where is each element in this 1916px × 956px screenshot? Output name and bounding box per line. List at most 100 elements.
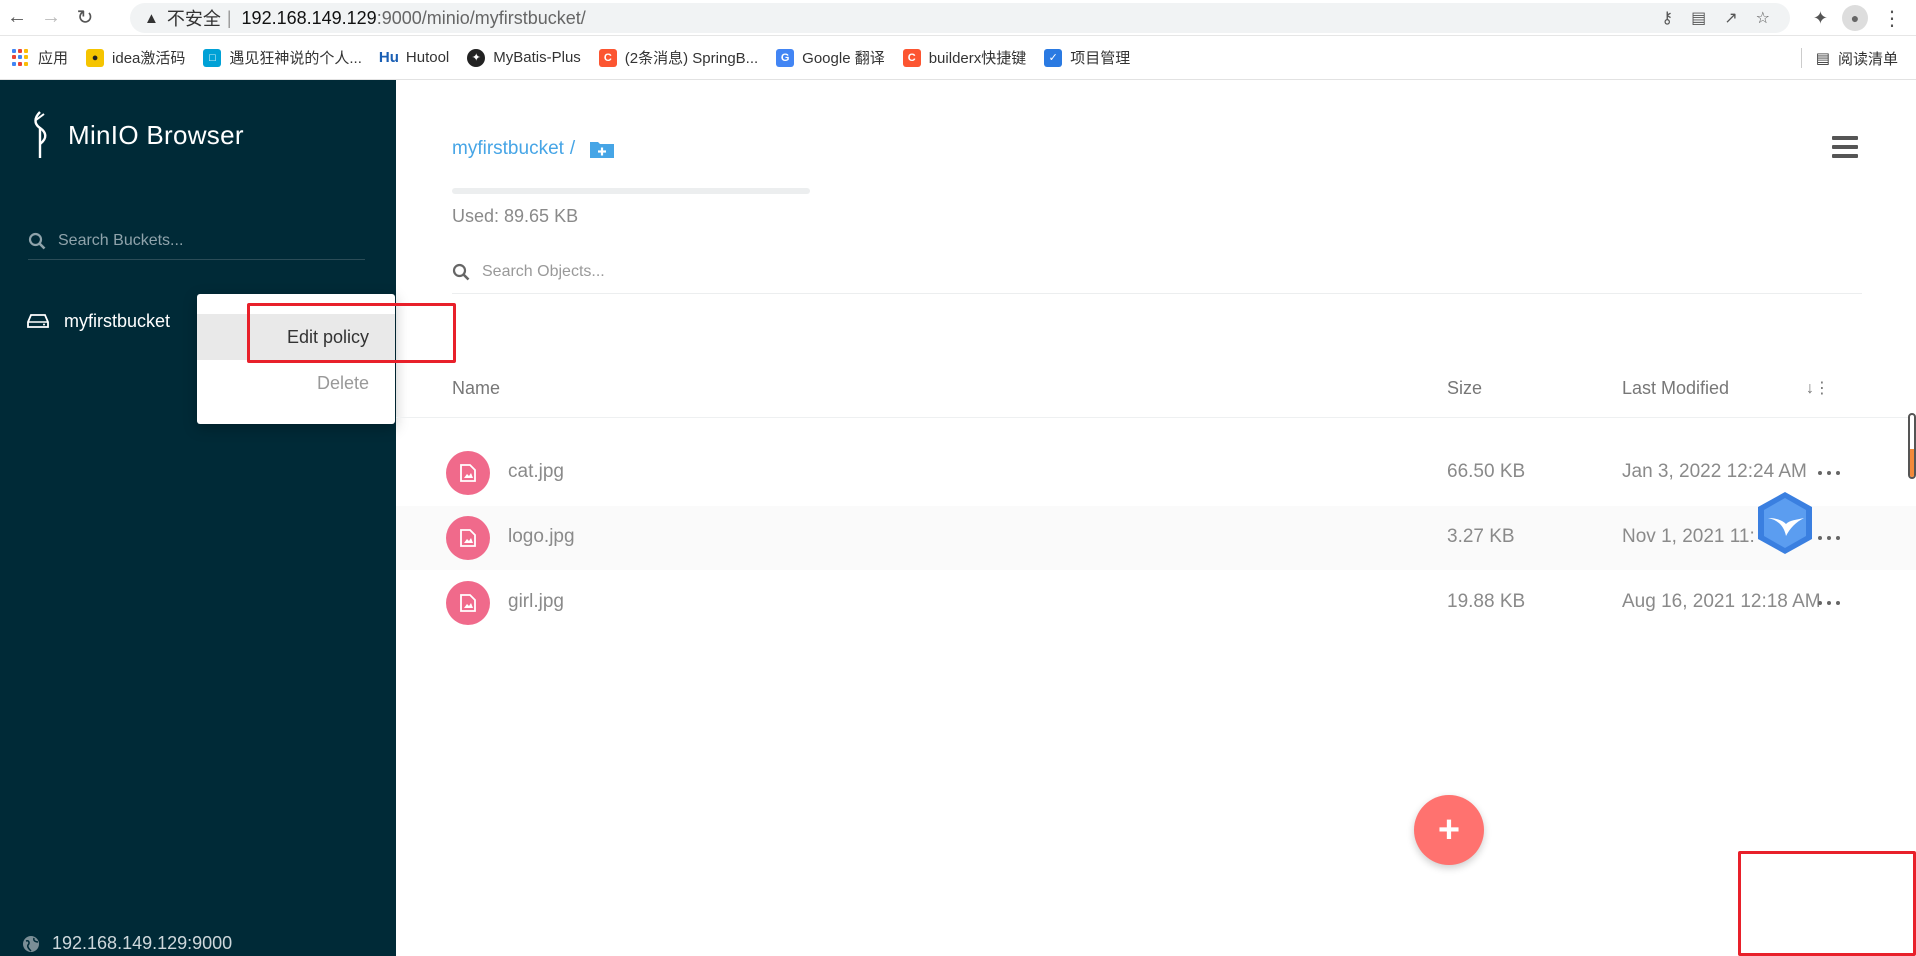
back-icon[interactable]: ← [0, 1, 34, 35]
divider [1800, 48, 1802, 68]
delete-menu-item[interactable]: Delete [197, 360, 395, 406]
translate-icon[interactable]: ▤ [1691, 8, 1706, 28]
file-size: 19.88 KB [1447, 591, 1526, 612]
table-row[interactable]: girl.jpg 19.88 KB Aug 16, 2021 12:18 AM [396, 571, 1916, 635]
hutool-icon: Hu [378, 49, 399, 66]
bilibili-icon: □ [203, 48, 222, 67]
bookmark-label: (2条消息) SpringB... [624, 50, 759, 67]
reload-icon[interactable]: ↻ [68, 1, 102, 35]
object-search-input[interactable] [482, 262, 982, 281]
bookmark-mybatis[interactable]: ✦ MyBatis-Plus [467, 48, 581, 67]
reading-list-icon: ▤ [1815, 50, 1830, 67]
host-footer: 192.168.149.129:9000 [22, 933, 232, 954]
file-size: 3.27 KB [1447, 526, 1515, 547]
app-title: MinIO Browser [68, 119, 244, 150]
bookmark-label: Google 翻译 [802, 50, 885, 67]
apps-grid-icon [12, 48, 30, 67]
minio-logo-icon [34, 111, 47, 158]
column-last-modified[interactable]: Last Modified [1622, 378, 1729, 399]
search-icon [452, 263, 470, 280]
reading-list[interactable]: ▤ 阅读清单 [1800, 36, 1898, 80]
profile-icon[interactable]: ● [1842, 5, 1868, 31]
bookmark-builderx[interactable]: C builderx快捷键 [902, 47, 1027, 68]
used-storage-text: Used: 89.65 KB [452, 206, 579, 226]
image-file-icon [446, 516, 490, 560]
file-size: 66.50 KB [1447, 461, 1526, 482]
table-header: Name Size Last Modified ↓⋮ [396, 370, 1916, 418]
reading-list-label: 阅读清单 [1837, 50, 1898, 68]
folder-add-icon[interactable] [589, 139, 615, 159]
bookmark-idea[interactable]: ● idea激活码 [86, 47, 185, 68]
table-row[interactable]: logo.jpg 3.27 KB Nov 1, 2021 11: [396, 506, 1916, 570]
app-logo: MinIO Browser [26, 110, 244, 160]
bird-icon: ✦ [467, 48, 486, 67]
sidebar: MinIO Browser myfirstbucket 192.168.149.… [0, 80, 396, 956]
image-file-icon [446, 451, 490, 495]
bucket-search-input[interactable] [58, 231, 338, 250]
batman-icon: ● [86, 48, 105, 67]
share-icon[interactable]: ↗ [1724, 8, 1737, 28]
csdn-icon: C [598, 48, 617, 67]
host-address: 192.168.149.129:9000 [52, 933, 233, 953]
column-name[interactable]: Name [452, 378, 500, 399]
star-icon[interactable]: ☆ [1756, 8, 1770, 28]
main-content: myfirstbucket / Used: 89.65 KB Name Size… [396, 80, 1916, 956]
table-row[interactable]: cat.jpg 66.50 KB Jan 3, 2022 12:24 AM [396, 441, 1916, 505]
annotation-box-add-button [1738, 851, 1916, 956]
address-bar[interactable]: ▲ 不安全 | 192.168.149.129 :9000/minio/myfi… [130, 3, 1790, 33]
bookmark-apps[interactable]: 应用 [12, 47, 68, 68]
file-name[interactable]: girl.jpg [508, 591, 564, 613]
plus-icon[interactable]: + [1414, 795, 1484, 865]
bookmark-label: MyBatis-Plus [493, 49, 581, 66]
bookmark-hutool[interactable]: Hu Hutool [378, 49, 450, 67]
bucket-search [28, 222, 365, 260]
search-icon [28, 232, 46, 249]
project-icon: ✓ [1044, 48, 1063, 67]
bookmark-label: 应用 [38, 50, 69, 67]
menu-kebab-icon[interactable]: ⋮ [1882, 6, 1902, 31]
sidebar-item-bucket[interactable]: myfirstbucket [26, 304, 170, 338]
breadcrumb-separator: / [569, 138, 576, 159]
bookmarks-bar: 应用 ● idea激活码 □ 遇见狂神说的个人... Hu Hutool ✦ M… [0, 36, 1916, 80]
sort-icon[interactable]: ↓⋮ [1806, 378, 1830, 398]
browser-right-actions: ✦ ● ⋮ [1813, 0, 1916, 36]
hamburger-icon[interactable] [1832, 136, 1858, 158]
extensions-icon[interactable]: ✦ [1813, 8, 1828, 29]
browser-toolbar: ← → ↻ ▲ 不安全 | 192.168.149.129 :9000/mini… [0, 0, 1916, 36]
omnibox-actions: ⚷ ▤ ↗ ☆ [1661, 3, 1770, 33]
file-modified: Aug 16, 2021 12:18 AM [1622, 591, 1821, 612]
bookmark-label: builderx快捷键 [928, 50, 1027, 67]
scroll-indicator[interactable] [1908, 413, 1916, 479]
bookmark-google-translate[interactable]: G Google 翻译 [776, 47, 885, 68]
bookmark-label: idea激活码 [112, 50, 186, 67]
more-icon[interactable] [1814, 589, 1844, 617]
column-size[interactable]: Size [1447, 378, 1482, 399]
breadcrumb: myfirstbucket / [452, 138, 615, 160]
bucket-name: myfirstbucket [64, 310, 171, 331]
bookmark-csdn[interactable]: C (2条消息) SpringB... [598, 47, 759, 68]
globe-icon [23, 935, 39, 952]
storage-usage-bar [452, 188, 810, 194]
file-name[interactable]: logo.jpg [508, 526, 575, 548]
bookmark-project[interactable]: ✓ 项目管理 [1044, 47, 1130, 68]
url-path: :9000/minio/myfirstbucket/ [376, 7, 586, 28]
url-host: 192.168.149.129 [241, 7, 377, 28]
csdn-icon: C [902, 48, 921, 67]
forward-icon[interactable]: → [34, 1, 68, 35]
bookmark-label: Hutool [405, 49, 450, 66]
breadcrumb-bucket[interactable]: myfirstbucket [452, 138, 564, 160]
google-translate-icon: G [776, 48, 795, 67]
bird-badge-icon[interactable] [1752, 490, 1818, 556]
key-icon[interactable]: ⚷ [1661, 8, 1673, 28]
file-modified: Nov 1, 2021 11: [1622, 526, 1755, 547]
more-icon[interactable] [1814, 459, 1844, 487]
file-name[interactable]: cat.jpg [508, 461, 564, 483]
hard-drive-icon [27, 314, 49, 328]
bookmark-kuangshen[interactable]: □ 遇见狂神说的个人... [203, 47, 362, 68]
image-file-icon [446, 581, 490, 625]
more-icon[interactable] [1814, 524, 1844, 552]
bookmark-label: 遇见狂神说的个人... [229, 50, 362, 67]
url-separator: | [226, 7, 232, 28]
bookmark-label: 项目管理 [1070, 50, 1131, 67]
insecure-label: 不安全 [166, 9, 221, 29]
